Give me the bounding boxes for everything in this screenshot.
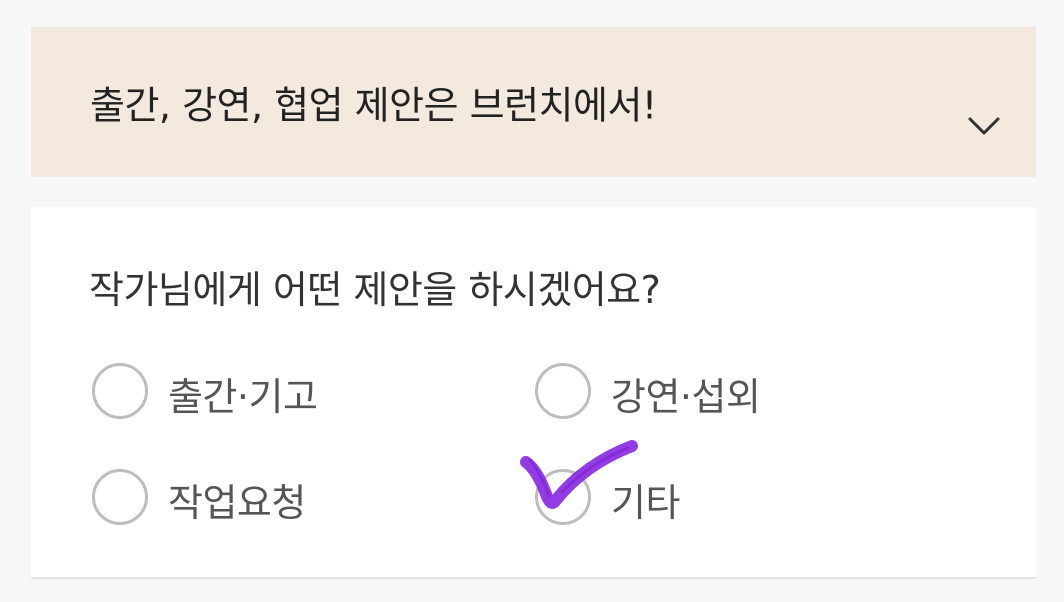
option-label-other: 기타 xyxy=(611,481,680,525)
radio-work-request[interactable] xyxy=(92,469,148,525)
proposal-question: 작가님에게 어떤 제안을 하시겠어요? xyxy=(89,268,661,312)
option-label-lecture: 강연·섭외 xyxy=(611,375,761,419)
radio-lecture[interactable] xyxy=(535,363,591,419)
proposal-accordion-header[interactable]: 출간, 강연, 협업 제안은 브런치에서! xyxy=(31,27,1036,177)
accordion-title: 출간, 강연, 협업 제안은 브런치에서! xyxy=(90,83,657,128)
option-work-request[interactable]: 작업요청 xyxy=(92,469,392,531)
proposal-type-card: 작가님에게 어떤 제안을 하시겠어요? 출간·기고 강연·섭외 작업요청 기타 xyxy=(31,207,1036,579)
option-publish[interactable]: 출간·기고 xyxy=(92,363,392,425)
option-label-work-request: 작업요청 xyxy=(168,481,306,525)
option-lecture[interactable]: 강연·섭외 xyxy=(535,363,835,425)
radio-publish[interactable] xyxy=(92,363,148,419)
chevron-down-icon[interactable] xyxy=(967,116,1001,136)
option-label-publish: 출간·기고 xyxy=(168,375,318,419)
radio-other[interactable] xyxy=(535,469,591,525)
option-other[interactable]: 기타 xyxy=(535,469,835,531)
